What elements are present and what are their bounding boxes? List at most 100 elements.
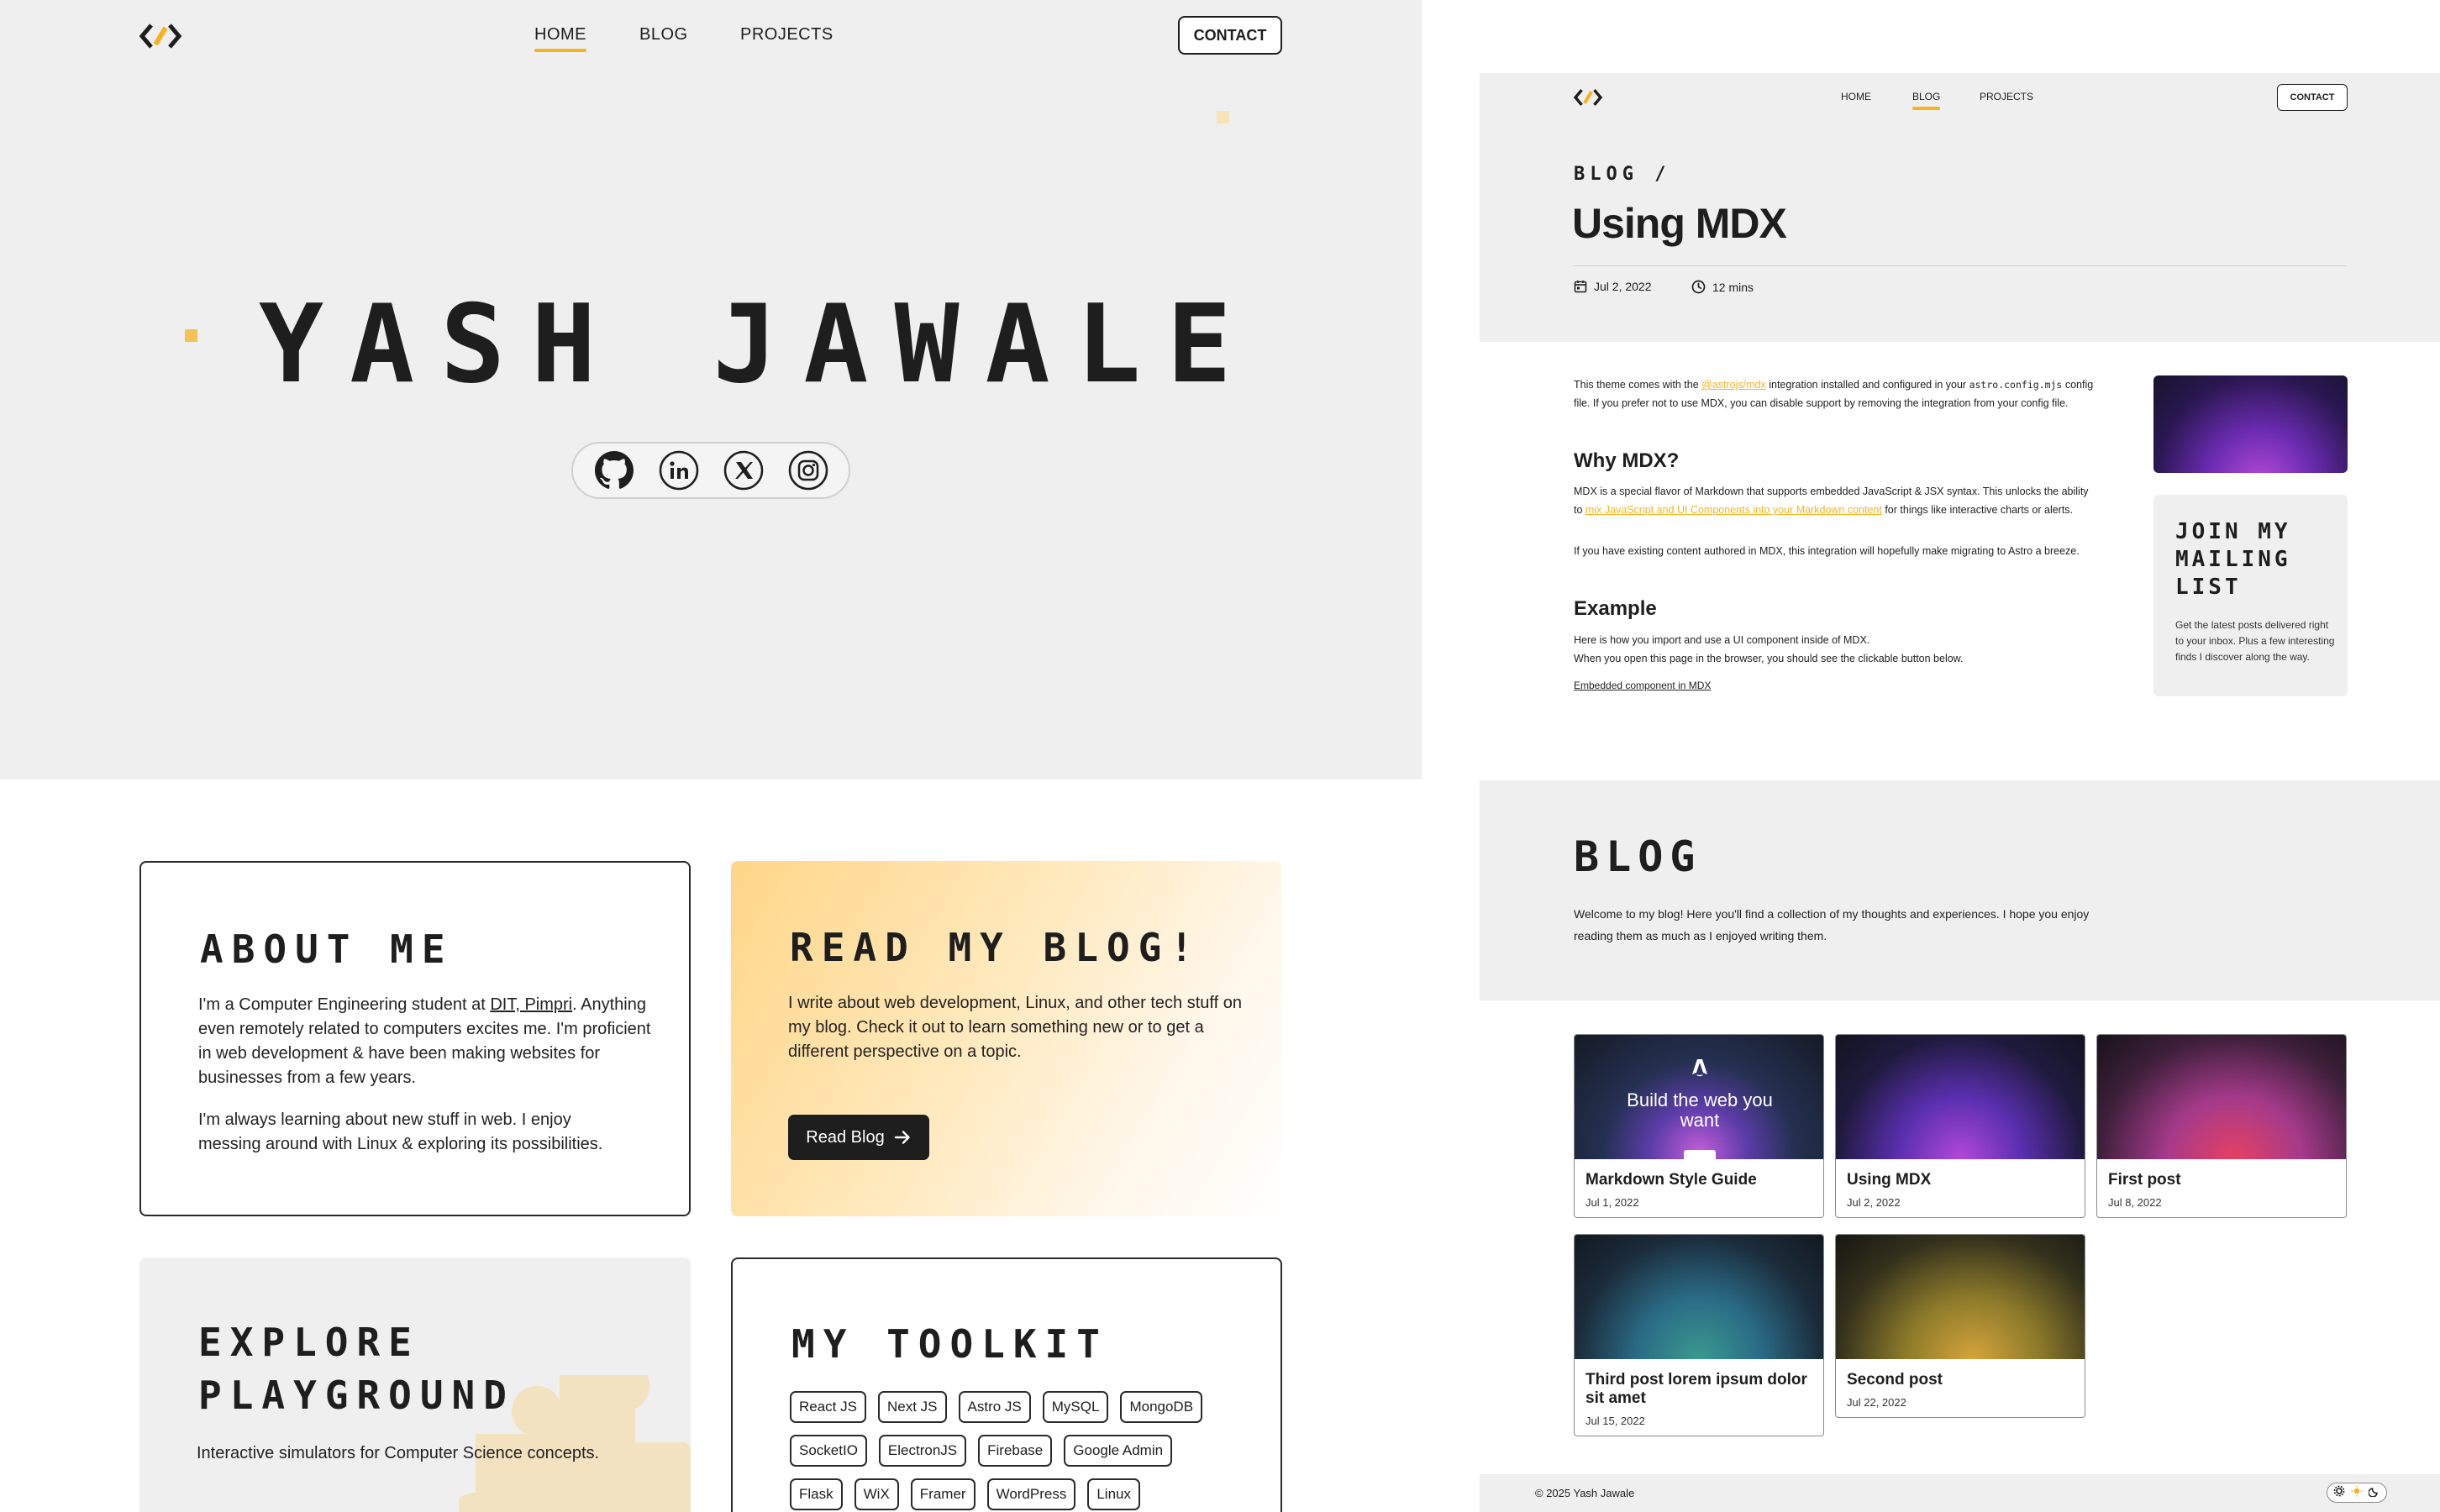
post-card-date: Jul 2, 2022	[1847, 1196, 1901, 1209]
post-card[interactable]: Second post Jul 22, 2022	[1835, 1234, 2085, 1418]
playground-card[interactable]: EXPLORE PLAYGROUND Interactive simulator…	[139, 1257, 691, 1512]
nav-home[interactable]: HOME	[534, 25, 586, 52]
tag: ElectronJS	[878, 1435, 967, 1467]
blog-intro: Welcome to my blog! Here you'll find a c…	[1574, 907, 2090, 942]
post-read-time: 12 mins	[1691, 280, 1754, 294]
gear-icon[interactable]	[2333, 1485, 2345, 1501]
contact-button[interactable]: CONTACT	[1178, 16, 1282, 55]
playground-text: Interactive simulators for Computer Scie…	[197, 1444, 600, 1462]
about-me-paragraph-1: I'm a Computer Engineering student at DI…	[198, 995, 651, 1087]
read-blog-title: READ MY BLOG!	[790, 925, 1202, 970]
divider	[1574, 265, 2347, 266]
post-card-title: First post	[2108, 1171, 2181, 1189]
sun-icon[interactable]	[2351, 1485, 2363, 1501]
contact-button[interactable]: CONTACT	[2277, 84, 2348, 111]
post-date-text: Jul 2, 2022	[1594, 280, 1652, 293]
post-card[interactable]: Third post lorem ipsum dolor sit amet Ju…	[1574, 1234, 1824, 1436]
post-thumbnail	[1836, 1235, 2085, 1359]
blog-title: BLOG	[1574, 832, 1702, 881]
social-links	[571, 442, 850, 499]
arrow-right-icon	[894, 1131, 910, 1144]
post-card-date: Jul 8, 2022	[2108, 1196, 2162, 1209]
mdx-integration-link[interactable]: @astrojs/mdx	[1701, 379, 1766, 391]
post-thumbnail	[1836, 1035, 2085, 1159]
heading-why-mdx: Why MDX?	[1574, 449, 1680, 472]
why-mdx-paragraph: MDX is a special flavor of Markdown that…	[1574, 486, 2089, 516]
x-icon[interactable]	[723, 449, 765, 491]
post-card-title: Third post lorem ipsum dolor sit amet	[1585, 1371, 1807, 1407]
post-card-date: Jul 22, 2022	[1847, 1396, 1906, 1409]
post-card[interactable]: Build the web you want Markdown Style Gu…	[1574, 1034, 1824, 1218]
post-card-title: Using MDX	[1847, 1171, 1932, 1189]
mix-components-link[interactable]: mix JavaScript and UI Components into yo…	[1585, 504, 1882, 516]
clock-icon	[1691, 280, 1706, 294]
site-logo[interactable]	[139, 22, 182, 50]
astro-logo-icon	[1692, 1059, 1707, 1077]
moon-icon[interactable]	[2367, 1485, 2380, 1501]
nav-home[interactable]: HOME	[1841, 91, 1871, 102]
heading-example: Example	[1574, 597, 1657, 620]
read-blog-button[interactable]: Read Blog	[788, 1115, 929, 1160]
post-card-date: Jul 15, 2022	[1585, 1415, 1645, 1427]
decor-square	[185, 329, 197, 342]
tag: WordPress	[986, 1478, 1076, 1510]
about-me-card: ABOUT ME I'm a Computer Engineering stud…	[139, 861, 691, 1216]
linkedin-icon[interactable]	[658, 449, 700, 491]
embedded-component-link[interactable]: Embedded component in MDX	[1574, 676, 1711, 695]
nav-projects[interactable]: PROJECTS	[1980, 91, 2033, 102]
post-date: Jul 2, 2022	[1574, 280, 1652, 293]
post-card[interactable]: Using MDX Jul 2, 2022	[1835, 1034, 2085, 1218]
post-thumbnail: Build the web you want	[1575, 1035, 1823, 1159]
site-footer: © 2025 Yash Jawale	[1480, 1474, 2440, 1512]
calendar-icon	[1574, 281, 1587, 293]
tag: SocketIO	[790, 1435, 867, 1467]
post-card[interactable]: First post Jul 8, 2022	[2096, 1034, 2347, 1218]
example-line-1: Here is how you import and use a UI comp…	[1574, 634, 1870, 646]
tag-row-2: SocketIO ElectronJS Firebase Google Admin	[790, 1435, 1260, 1478]
site-logo[interactable]	[1573, 87, 1603, 108]
hero-section: HOME BLOG PROJECTS CONTACT YASH JAWALE	[0, 0, 1422, 780]
read-blog-button-label: Read Blog	[806, 1127, 885, 1147]
nav-blog[interactable]: BLOG	[639, 25, 688, 45]
tag: Flask	[790, 1478, 843, 1510]
post-card-date: Jul 1, 2022	[1585, 1196, 1639, 1209]
tag: React JS	[790, 1391, 866, 1423]
mailing-list-card: JOIN MY MAILING LIST Get the latest post…	[2153, 495, 2348, 696]
toolkit-card: MY TOOLKIT React JS Next JS Astro JS MySQL M…	[731, 1257, 1282, 1512]
read-blog-text: I write about web development, Linux, an…	[788, 994, 1242, 1061]
migration-paragraph: If you have existing content authored in…	[1574, 545, 2080, 557]
tag: Linux	[1087, 1478, 1140, 1510]
mailing-list-title: JOIN MY MAILING LIST	[2175, 519, 2291, 600]
post-thumbnail	[2097, 1035, 2346, 1159]
blog-post-body: This theme comes with the @astrojs/mdx i…	[1480, 342, 2440, 780]
decor-square	[1217, 111, 1229, 123]
post-intro: This theme comes with the @astrojs/mdx i…	[1574, 379, 2094, 409]
code-bracket-logo-icon	[139, 24, 182, 49]
read-blog-card: READ MY BLOG! I write about web developm…	[731, 861, 1282, 1216]
blog-post-grid: Build the web you want Markdown Style Gu…	[1480, 1000, 2440, 1474]
tag-row-1: React JS Next JS Astro JS MySQL MongoDB	[790, 1391, 1260, 1435]
code-bracket-logo-icon	[1573, 89, 1603, 106]
post-thumbnail-text: Build the web you want	[1627, 1089, 1773, 1131]
github-icon[interactable]	[593, 449, 635, 491]
post-card-title: Markdown Style Guide	[1585, 1171, 1757, 1189]
tag: Google Admin	[1064, 1435, 1173, 1467]
copyright: © 2025 Yash Jawale	[1535, 1487, 1635, 1499]
breadcrumb[interactable]: BLOG /	[1574, 164, 1670, 185]
nav-blog[interactable]: BLOG	[1912, 91, 1941, 110]
tag: MySQL	[1042, 1391, 1109, 1423]
post-card-title: Second post	[1847, 1371, 1943, 1389]
toolkit-tags: React JS Next JS Astro JS MySQL MongoDB Sock…	[790, 1391, 1260, 1512]
post-title: Using MDX	[1572, 200, 1787, 247]
nav-projects[interactable]: PROJECTS	[740, 25, 833, 45]
tag-row-3: Flask WiX Framer WordPress Linux	[790, 1478, 1260, 1512]
college-link[interactable]: DIT, Pimpri	[490, 995, 572, 1014]
tag: Astro JS	[958, 1391, 1031, 1423]
blog-index-header: BLOG Welcome to my blog! Here you'll fin…	[1480, 780, 2440, 1000]
tag: Next JS	[877, 1391, 947, 1423]
hero-name: YASH JAWALE	[259, 282, 1258, 407]
mailing-list-text: Get the latest posts delivered right to …	[2175, 619, 2335, 663]
instagram-icon[interactable]	[787, 449, 829, 491]
blog-post-header: HOME BLOG PROJECTS CONTACT BLOG / Using …	[1480, 73, 2440, 342]
toolkit-title: MY TOOLKIT	[791, 1321, 1108, 1367]
